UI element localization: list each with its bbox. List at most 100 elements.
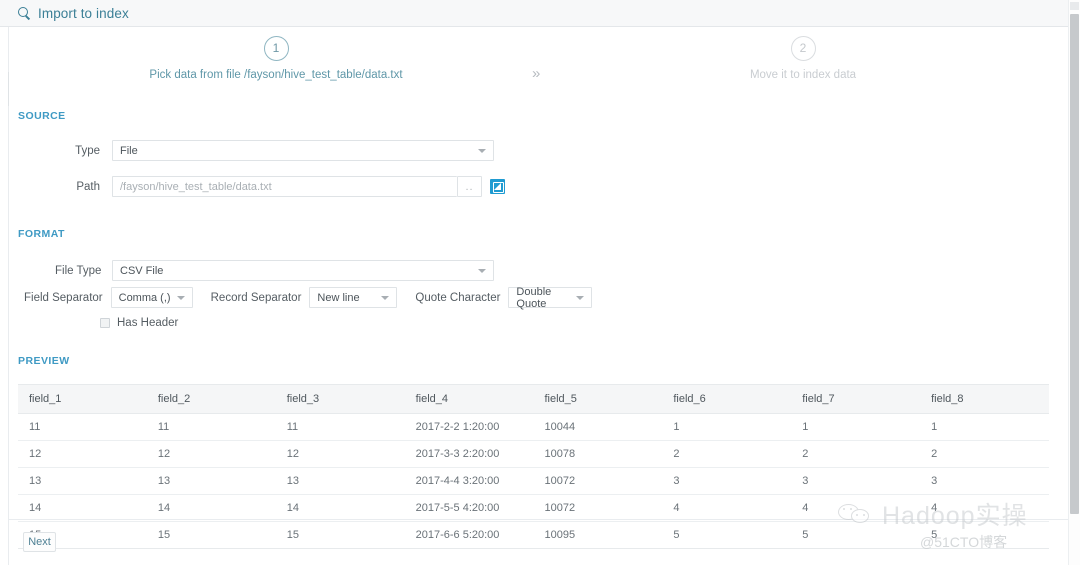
table-cell: 14 <box>146 494 276 522</box>
preview-table-body: 11 11 11 2017-2-2 1:20:00 10044 1 1 1 12 12 12 2017… <box>18 413 1049 549</box>
table-cell: 5 <box>662 521 792 549</box>
chevron-right-icon: » <box>532 65 541 82</box>
chevron-down-icon <box>478 268 486 273</box>
step-2-number: 2 <box>790 36 816 61</box>
table-cell: 13 <box>275 467 405 495</box>
next-button[interactable]: Next <box>23 532 56 552</box>
path-input-value: /fayson/hive_test_table/data.txt <box>120 180 272 193</box>
wizard-step-1[interactable]: 1 Pick data from file /fayson/hive_test_… <box>111 36 441 81</box>
table-cell: 4 <box>662 494 792 522</box>
source-type-row: Type File <box>74 140 494 161</box>
record-separator-label: Record Separator <box>210 291 302 304</box>
type-select-value: File <box>120 144 138 157</box>
table-cell: 10078 <box>533 440 663 468</box>
table-row: 13 13 13 2017-4-4 3:20:00 10072 3 3 3 <box>18 467 1049 495</box>
field-separator-label: Field Separator <box>24 291 103 304</box>
table-cell: 10072 <box>533 467 663 495</box>
record-separator-select[interactable]: New line <box>309 287 398 308</box>
preview-table-wrapper: field_1 field_2 field_3 field_4 field_5 field… <box>18 384 1049 549</box>
quote-character-value: Double Quote <box>516 285 552 310</box>
table-cell: 2017-5-5 4:20:00 <box>404 494 534 522</box>
record-separator-value: New line <box>317 291 360 304</box>
table-cell: 3 <box>920 467 1049 495</box>
table-cell: 14 <box>275 494 405 522</box>
wizard-steps: 1 Pick data from file /fayson/hive_test_… <box>9 27 1071 90</box>
table-cell: 2017-3-3 2:20:00 <box>404 440 534 468</box>
file-type-select[interactable]: CSV File <box>112 260 494 281</box>
preview-table-head: field_1 field_2 field_3 field_4 field_5 field… <box>18 384 1049 414</box>
table-cell: 13 <box>18 467 147 495</box>
step-1-number: 1 <box>263 36 289 61</box>
expand-icon[interactable] <box>490 179 505 194</box>
separators-row: Field Separator Comma (,) Record Separat… <box>24 285 610 310</box>
table-column-header: field_7 <box>791 384 921 414</box>
quote-character-select[interactable]: Double Quote <box>508 285 593 310</box>
source-section-heading: SOURCE <box>18 110 66 122</box>
table-cell: 1 <box>662 413 792 441</box>
path-input[interactable]: /fayson/hive_test_table/data.txt <box>112 176 457 197</box>
table-cell: 12 <box>18 440 147 468</box>
file-type-label: File Type <box>55 264 102 277</box>
path-label: Path <box>76 180 100 193</box>
path-browse-button[interactable]: .. <box>457 176 482 197</box>
has-header-row[interactable]: Has Header <box>100 317 178 329</box>
table-row: 14 14 14 2017-5-5 4:20:00 10072 4 4 4 <box>18 494 1049 522</box>
file-type-row: File Type CSV File <box>55 260 494 281</box>
table-cell: 11 <box>18 413 147 441</box>
table-cell: 10044 <box>533 413 663 441</box>
table-cell: 3 <box>791 467 921 495</box>
scrollbar-thumb[interactable] <box>1070 14 1079 514</box>
table-cell: 4 <box>920 494 1049 522</box>
table-cell: 3 <box>662 467 792 495</box>
table-row: 1515152017-6-6 5:20:0010095555 <box>18 521 1049 549</box>
table-cell: 10095 <box>533 521 663 549</box>
has-header-label: Has Header <box>117 317 179 329</box>
table-cell: 14 <box>18 494 147 522</box>
wizard-step-2[interactable]: 2 Move it to index data <box>638 36 968 81</box>
page-header: Import to index <box>0 0 1080 27</box>
field-separator-value: Comma (,) <box>118 291 171 304</box>
table-header-row: field_1 field_2 field_3 field_4 field_5 field… <box>18 384 1049 414</box>
table-column-header: field_1 <box>18 384 147 414</box>
table-column-header: field_5 <box>533 384 663 414</box>
table-row: 12 12 12 2017-3-3 2:20:00 10078 2 2 2 <box>18 440 1049 468</box>
step-2-label: Move it to index data <box>749 69 857 81</box>
has-header-checkbox[interactable] <box>100 318 110 328</box>
table-cell: 10072 <box>533 494 663 522</box>
table-cell: 12 <box>275 440 405 468</box>
format-section-heading: FORMAT <box>18 228 65 240</box>
table-column-header: field_8 <box>920 384 1049 414</box>
table-column-header: field_6 <box>662 384 792 414</box>
chevron-down-icon <box>381 295 390 300</box>
table-cell: 15 <box>146 521 276 549</box>
path-input-group: /fayson/hive_test_table/data.txt .. <box>112 176 505 197</box>
scrollbar-cap <box>1070 2 1079 10</box>
table-cell: 2 <box>791 440 921 468</box>
chevron-down-icon <box>176 295 185 300</box>
table-cell: 5 <box>791 521 921 549</box>
source-path-row: Path /fayson/hive_test_table/data.txt .. <box>74 176 505 197</box>
table-column-header: field_4 <box>404 384 534 414</box>
table-cell: 12 <box>146 440 276 468</box>
import-to-index-page: Import to index 1 Pick data from file /f… <box>0 0 1080 565</box>
footer-divider <box>9 519 1071 520</box>
table-cell: 13 <box>146 467 276 495</box>
file-type-select-value: CSV File <box>120 264 164 277</box>
table-cell: 4 <box>791 494 921 522</box>
field-separator-select[interactable]: Comma (,) <box>110 287 193 308</box>
table-cell: 1 <box>920 413 1049 441</box>
page-title: Import to index <box>38 5 129 21</box>
table-cell: 1 <box>791 413 921 441</box>
table-cell: 5 <box>920 521 1049 549</box>
preview-table: field_1 field_2 field_3 field_4 field_5 field… <box>18 384 1049 549</box>
chevron-down-icon <box>576 295 585 300</box>
quote-character-label: Quote Character <box>415 291 501 304</box>
type-select[interactable]: File <box>112 140 494 161</box>
table-cell: 2 <box>662 440 792 468</box>
table-cell: 2017-4-4 3:20:00 <box>404 467 534 495</box>
table-cell: 15 <box>275 521 405 549</box>
preview-section-heading: PREVIEW <box>18 355 70 367</box>
table-column-header: field_3 <box>275 384 405 414</box>
vertical-scrollbar[interactable] <box>1068 0 1080 565</box>
table-cell: 11 <box>146 413 276 441</box>
